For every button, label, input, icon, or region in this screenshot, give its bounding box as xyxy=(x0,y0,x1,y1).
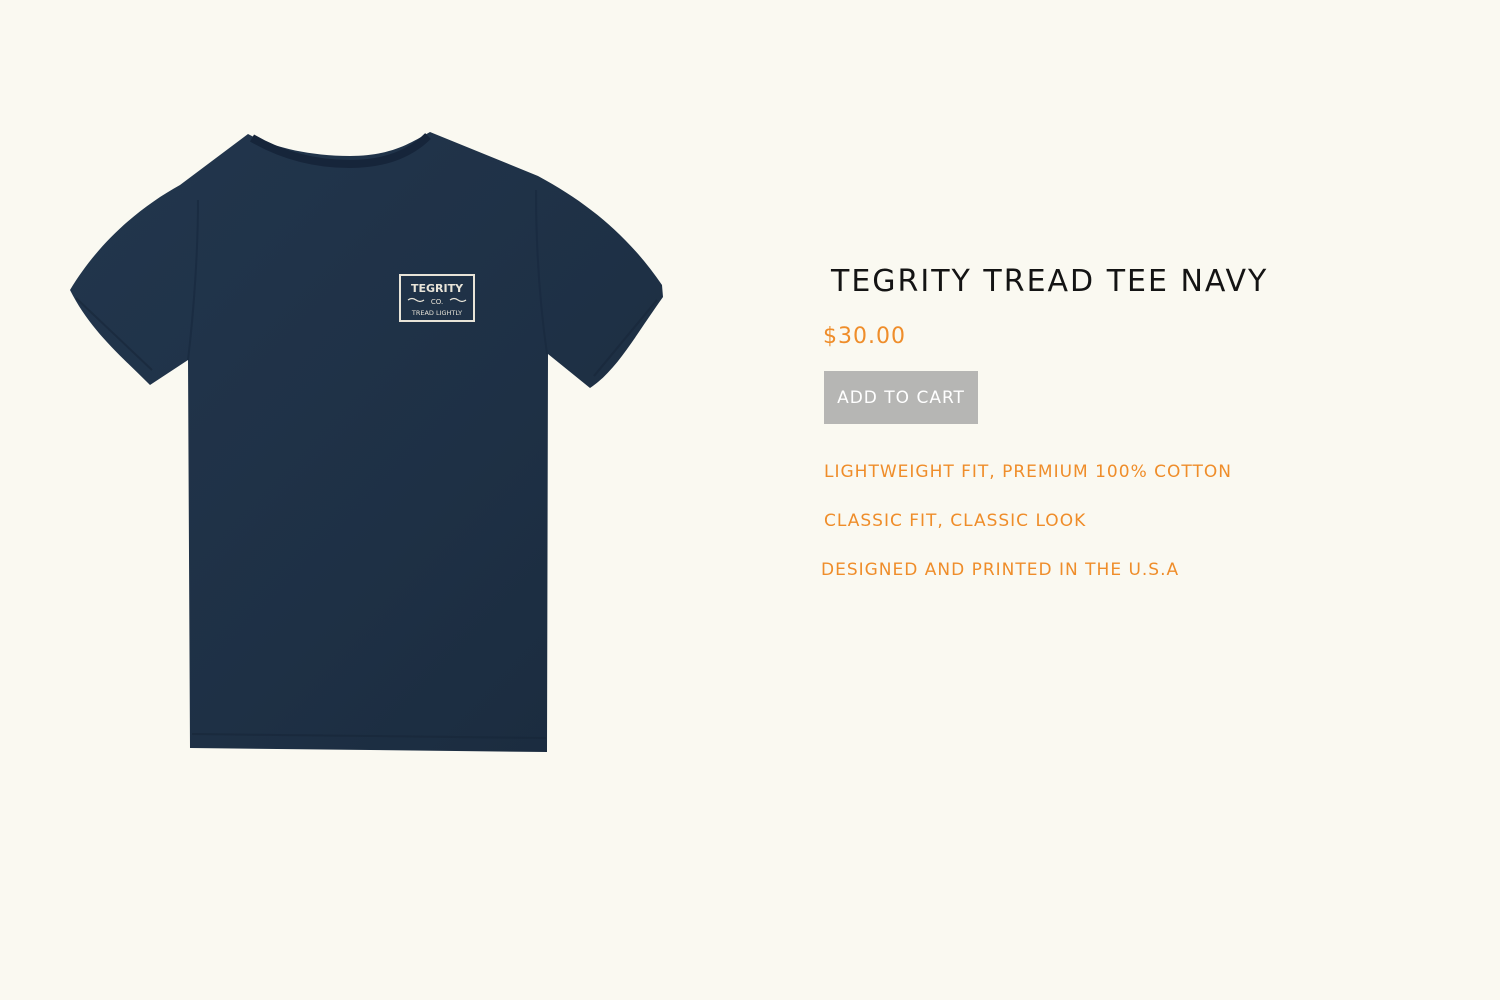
product-price: $30.00 xyxy=(823,324,906,349)
add-to-cart-button[interactable]: ADD TO CART xyxy=(824,371,978,424)
product-image: TEGRITY CO. TREAD LIGHTLY xyxy=(70,130,665,752)
feature-item: LIGHTWEIGHT FIT, PREMIUM 100% COTTON xyxy=(824,462,1232,482)
feature-item: CLASSIC FIT, CLASSIC LOOK xyxy=(824,511,1087,531)
logo-line-3: TREAD LIGHTLY xyxy=(411,309,462,317)
logo-line-2: CO. xyxy=(431,298,443,306)
product-title: TEGRITY TREAD TEE NAVY xyxy=(831,264,1269,299)
tshirt-body xyxy=(70,132,663,752)
feature-item: DESIGNED AND PRINTED IN THE U.S.A xyxy=(821,560,1180,580)
tshirt-image: TEGRITY CO. TREAD LIGHTLY xyxy=(70,132,663,752)
product-page: TEGRITY CO. TREAD LIGHTLY TEGRITY TREAD … xyxy=(0,0,1500,1000)
logo-line-1: TEGRITY xyxy=(411,282,464,295)
